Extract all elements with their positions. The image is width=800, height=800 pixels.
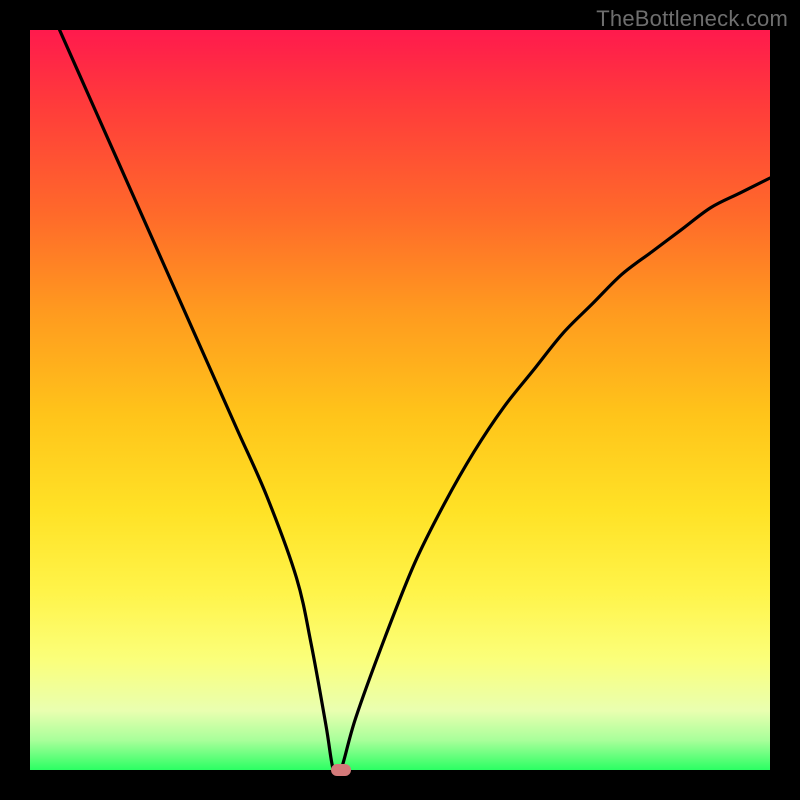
watermark-text: TheBottleneck.com (596, 6, 788, 32)
plot-area (30, 30, 770, 770)
optimum-marker (331, 764, 351, 776)
chart-frame: TheBottleneck.com (0, 0, 800, 800)
bottleneck-curve (30, 30, 770, 770)
